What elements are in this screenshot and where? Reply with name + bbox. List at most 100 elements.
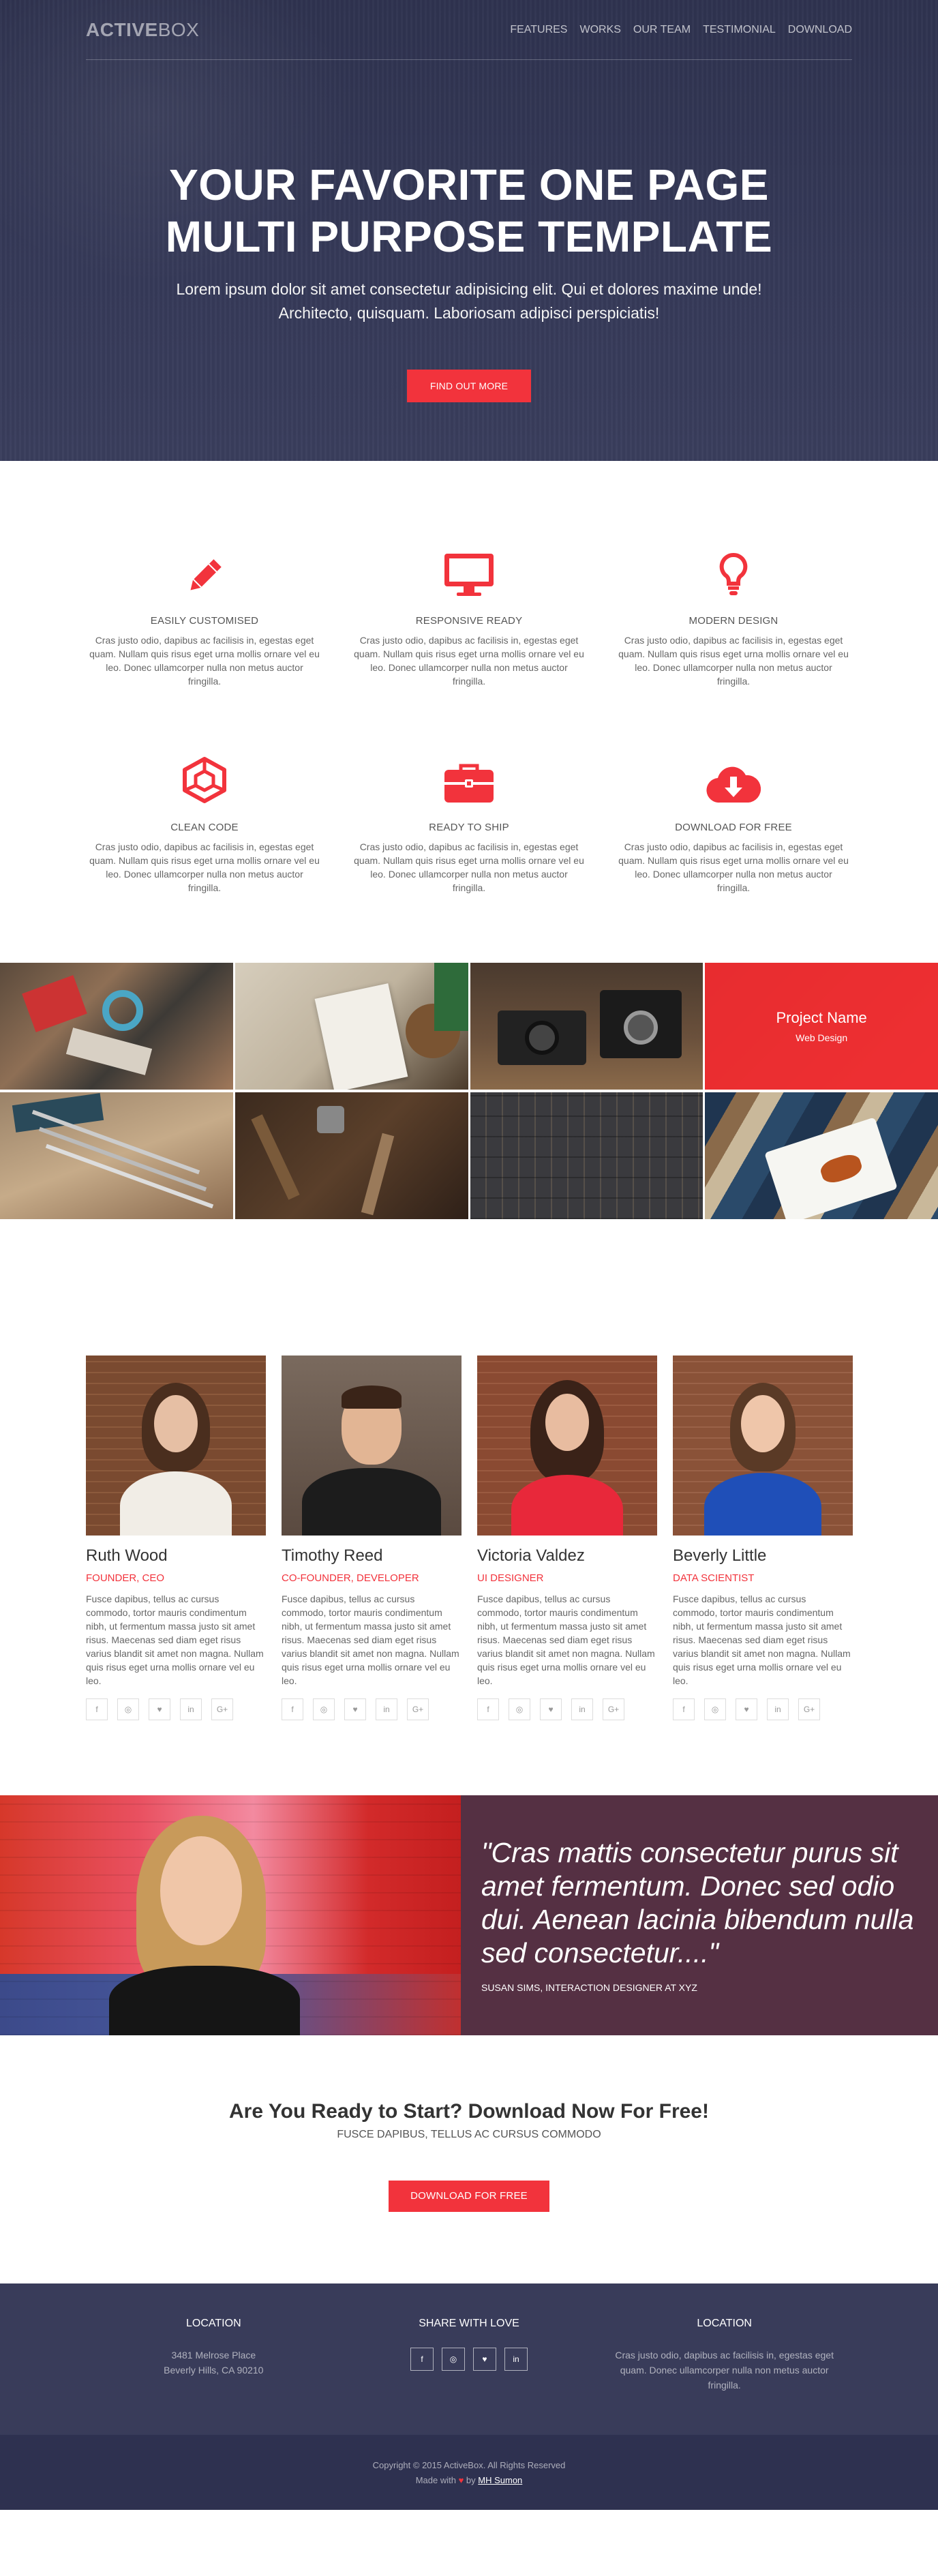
linkedin-icon[interactable]: in <box>504 2348 528 2371</box>
feature-text: Cras justo odio, dapibus ac facilisis in… <box>354 635 584 687</box>
feature-text: Cras justo odio, dapibus ac facilisis in… <box>354 841 584 893</box>
feature-title: CLEAN CODE <box>170 822 239 833</box>
linkedin-icon[interactable]: in <box>571 1698 593 1720</box>
feature-title: MODERN DESIGN <box>689 615 778 627</box>
footer-location2-text: Cras justo odio, dapibus ac facilisis in… <box>615 2350 834 2391</box>
nav-link-our-team[interactable]: OUR TEAM <box>633 24 691 36</box>
portfolio-project-category: Web Design <box>796 1032 848 1043</box>
facebook-icon[interactable]: f <box>86 1698 108 1720</box>
hero-section: ACTIVEBOX FEATURES WORKS OUR TEAM TESTIM… <box>0 0 938 461</box>
made-with-line: Made with ♥ by MH Sumon <box>0 2473 938 2488</box>
footer-location-2: LOCATION Cras justo odio, dapibus ac fac… <box>596 2318 852 2393</box>
feature-item: CLEAN CODE Cras justo odio, dapibus ac f… <box>86 749 323 895</box>
find-out-more-button[interactable]: FIND OUT MORE <box>407 370 531 402</box>
member-photo <box>282 1356 462 1536</box>
feature-title: RESPONSIVE READY <box>415 615 523 627</box>
feature-text: Cras justo odio, dapibus ac facilisis in… <box>89 841 320 893</box>
team-member-card: Beverly Little DATA SCIENTIST Fusce dapi… <box>673 1356 853 1720</box>
feature-title: DOWNLOAD FOR FREE <box>675 822 792 833</box>
linkedin-icon[interactable]: in <box>180 1698 202 1720</box>
nav-link-testimonial[interactable]: TESTIMONIAL <box>703 24 776 36</box>
feature-item: RESPONSIVE READY Cras justo odio, dapibu… <box>350 543 588 688</box>
features-section: EASILY CUSTOMISED Cras justo odio, dapib… <box>0 461 938 963</box>
portfolio-tile-letterpress[interactable] <box>470 1092 704 1219</box>
team-member-card: Ruth Wood FOUNDER, CEO Fusce dapibus, te… <box>86 1356 266 1720</box>
member-bio: Fusce dapibus, tellus ac cursus commodo,… <box>282 1593 459 1686</box>
twitter-icon[interactable]: ♥ <box>736 1698 757 1720</box>
member-bio: Fusce dapibus, tellus ac cursus commodo,… <box>477 1593 655 1686</box>
brand-logo-light: BOX <box>157 18 200 40</box>
googleplus-icon[interactable]: G+ <box>407 1698 429 1720</box>
team-member-card: Timothy Reed CO-FOUNDER, DEVELOPER Fusce… <box>282 1356 462 1720</box>
feature-item: MODERN DESIGN Cras justo odio, dapibus a… <box>615 543 852 688</box>
heart-icon: ♥ <box>458 2475 464 2485</box>
made-with-by: by <box>466 2475 476 2485</box>
brand-logo-bold: ACTIVE <box>86 18 158 40</box>
footer-location-title: LOCATION <box>186 2318 241 2329</box>
hero-subtitle: Lorem ipsum dolor sit amet consectetur a… <box>176 280 762 322</box>
linkedin-icon[interactable]: in <box>376 1698 397 1720</box>
portfolio-tile-hand-tools[interactable] <box>234 1092 468 1219</box>
footer: LOCATION 3481 Melrose Place Beverly Hill… <box>0 2283 938 2435</box>
footer-address-line2: Beverly Hills, CA 90210 <box>164 2365 264 2376</box>
portfolio-tile-design-tools[interactable] <box>0 963 233 1090</box>
feature-text: Cras justo odio, dapibus ac facilisis in… <box>618 635 849 687</box>
cube-icon <box>86 749 323 804</box>
instagram-icon[interactable]: ◎ <box>117 1698 139 1720</box>
portfolio-tile-food-plate[interactable] <box>705 1092 938 1219</box>
portfolio-tile-cameras[interactable] <box>470 963 704 1090</box>
twitter-icon[interactable]: ♥ <box>540 1698 562 1720</box>
googleplus-icon[interactable]: G+ <box>798 1698 820 1720</box>
googleplus-icon[interactable]: G+ <box>211 1698 233 1720</box>
nav-link-works[interactable]: WORKS <box>579 24 620 36</box>
instagram-icon[interactable]: ◎ <box>313 1698 335 1720</box>
made-with-prefix: Made with <box>415 2475 456 2485</box>
member-name: Ruth Wood <box>86 1546 168 1565</box>
portfolio-tile-project-highlight[interactable]: Project Name Web Design <box>705 963 938 1090</box>
copyright: Copyright © 2015 ActiveBox. All Rights R… <box>372 2460 566 2470</box>
monitor-icon <box>350 543 588 597</box>
hero-content: YOUR FAVORITE ONE PAGE MULTI PURPOSE TEM… <box>86 159 852 402</box>
portfolio-grid: Project Name Web Design <box>0 963 938 1219</box>
testimonial-quote: "Cras mattis consectetur purus sit amet … <box>481 1837 914 1968</box>
briefcase-icon <box>350 749 588 804</box>
twitter-icon[interactable]: ♥ <box>149 1698 170 1720</box>
footer-location: LOCATION 3481 Melrose Place Beverly Hill… <box>86 2318 342 2393</box>
download-for-free-button[interactable]: DOWNLOAD FOR FREE <box>389 2181 549 2212</box>
download-section: Are You Ready to Start? Download Now For… <box>0 2035 938 2283</box>
portfolio-overlay: Project Name Web Design <box>705 963 938 1090</box>
member-socials: f ◎ ♥ in G+ <box>86 1698 266 1720</box>
instagram-icon[interactable]: ◎ <box>509 1698 530 1720</box>
nav-link-download[interactable]: DOWNLOAD <box>788 24 852 36</box>
footer-location2-title: LOCATION <box>697 2318 752 2329</box>
portfolio-tile-pencils[interactable] <box>0 1092 233 1219</box>
member-photo <box>673 1356 853 1536</box>
testimonial-photo <box>0 1795 461 2035</box>
footer-share-title: SHARE WITH LOVE <box>419 2318 519 2329</box>
download-title: Are You Ready to Start? Download Now For… <box>229 2100 709 2123</box>
facebook-icon[interactable]: f <box>673 1698 695 1720</box>
facebook-icon[interactable]: f <box>410 2348 434 2371</box>
twitter-icon[interactable]: ♥ <box>472 2348 496 2371</box>
linkedin-icon[interactable]: in <box>767 1698 789 1720</box>
testimonial-author: SUSAN SIMS, INTERACTION DESIGNER AT XYZ <box>481 1982 697 1993</box>
facebook-icon[interactable]: f <box>477 1698 499 1720</box>
member-socials: f ◎ ♥ in G+ <box>673 1698 853 1720</box>
portfolio-tile-sketchbook[interactable] <box>234 963 468 1090</box>
member-bio: Fusce dapibus, tellus ac cursus commodo,… <box>86 1593 264 1686</box>
feature-title: EASILY CUSTOMISED <box>150 615 259 627</box>
team-section: Ruth Wood FOUNDER, CEO Fusce dapibus, te… <box>0 1219 938 1795</box>
twitter-icon[interactable]: ♥ <box>344 1698 366 1720</box>
googleplus-icon[interactable]: G+ <box>603 1698 624 1720</box>
nav-link-features[interactable]: FEATURES <box>510 24 567 36</box>
member-role: UI DESIGNER <box>477 1572 544 1584</box>
feature-text: Cras justo odio, dapibus ac facilisis in… <box>89 635 320 687</box>
brand-logo[interactable]: ACTIVEBOX <box>86 19 199 41</box>
author-link[interactable]: MH Sumon <box>478 2475 522 2485</box>
instagram-icon[interactable]: ◎ <box>704 1698 726 1720</box>
facebook-icon[interactable]: f <box>282 1698 303 1720</box>
footer-address-line1: 3481 Melrose Place <box>171 2350 256 2361</box>
instagram-icon[interactable]: ◎ <box>441 2348 465 2371</box>
testimonial-section: "Cras mattis consectetur purus sit amet … <box>0 1795 938 2035</box>
lightbulb-icon <box>615 543 852 597</box>
